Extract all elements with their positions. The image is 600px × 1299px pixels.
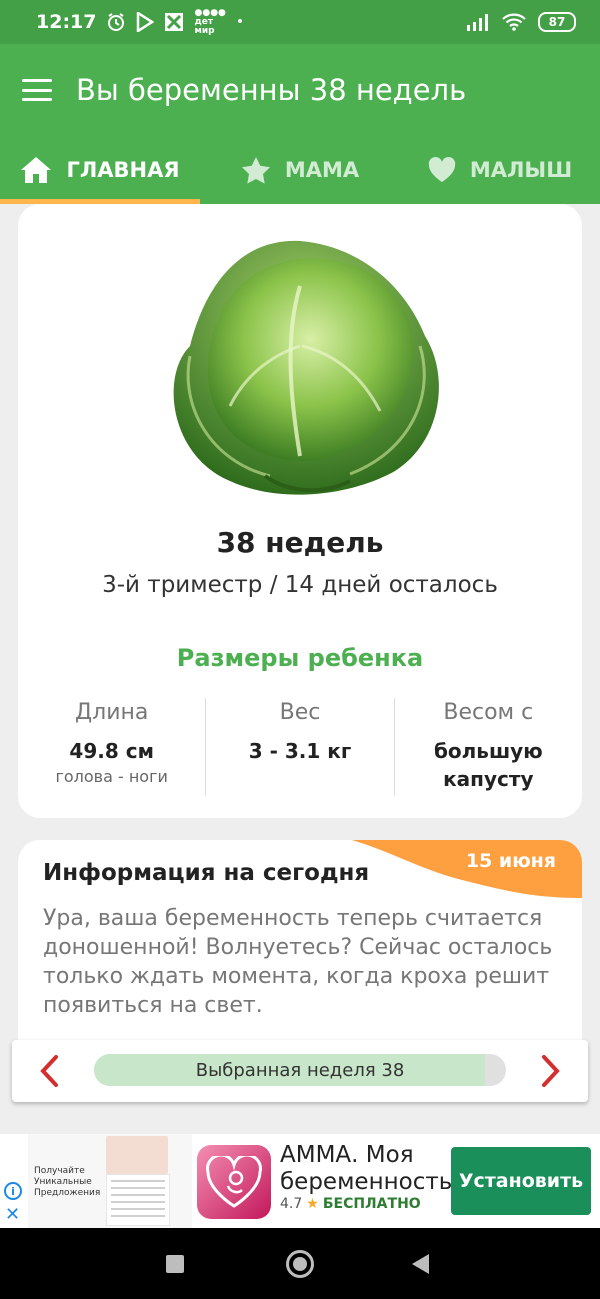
ad-thumbnail[interactable]: Получайте Уникальные Предложения	[28, 1134, 192, 1228]
app-icon[interactable]	[197, 1145, 271, 1219]
stat-label: Весом с	[443, 700, 534, 725]
tab-main[interactable]: ГЛАВНАЯ	[0, 136, 200, 204]
battery-icon: 87	[538, 12, 576, 32]
tab-baby-label: МАЛЫШ	[469, 158, 573, 182]
home-button-icon[interactable]	[286, 1250, 314, 1278]
play-store-icon	[137, 12, 155, 32]
prev-week-button[interactable]	[32, 1054, 66, 1088]
cabbage-image	[173, 240, 439, 495]
trimester-subtitle: 3-й триместр / 14 дней осталось	[102, 572, 498, 598]
back-icon[interactable]	[412, 1254, 429, 1274]
stat-note: голова - ноги	[55, 767, 168, 786]
ad-banner[interactable]: i ✕ Получайте Уникальные Предложения АММ…	[0, 1134, 600, 1228]
info-title: Информация на сегодня	[43, 860, 370, 886]
install-button[interactable]: Установить	[451, 1147, 591, 1215]
tab-main-label: ГЛАВНАЯ	[66, 158, 180, 182]
info-card[interactable]: 15 июня Информация на сегодня Ура, ваша …	[18, 840, 582, 1040]
ad-thumb-document	[106, 1174, 170, 1226]
baby-sizes-title: Размеры ребенка	[176, 644, 424, 672]
status-time: 12:17	[36, 11, 97, 33]
selected-week-label: Выбранная неделя 38	[195, 1059, 405, 1081]
star-icon	[241, 157, 270, 184]
ad-info-icon[interactable]: i	[4, 1182, 22, 1200]
heart-icon	[428, 157, 456, 182]
next-week-button[interactable]	[534, 1054, 568, 1088]
tab-mom-label: МАМА	[284, 158, 360, 182]
stat-label: Длина	[74, 700, 149, 725]
home-icon	[21, 157, 52, 183]
ad-thumb-text: Получайте Уникальные Предложения	[34, 1166, 101, 1198]
info-body: Ура, ваша беременность теперь считается …	[43, 906, 553, 1018]
ad-rating: 4.7	[280, 1196, 303, 1212]
info-date: 15 июня	[465, 850, 556, 872]
tab-mom[interactable]: МАМА	[200, 136, 400, 204]
stat-weight: Вес 3 - 3.1 кг	[205, 698, 393, 796]
status-bar: 12:17 ●●●● дет мир • 87	[0, 0, 600, 44]
shop-icon	[165, 13, 184, 31]
app-bar: Вы беременны 38 недель	[0, 44, 600, 136]
ad-app-title: АММА. Моя беременность	[280, 1142, 453, 1195]
close-icon[interactable]: ✕	[5, 1206, 20, 1224]
chevron-right-icon	[542, 1055, 560, 1087]
week-title: 38 недель	[216, 526, 384, 559]
tab-baby[interactable]: МАЛЫШ	[400, 136, 600, 204]
battery-level: 87	[548, 15, 566, 29]
stat-value: большую капусту	[433, 739, 543, 791]
week-progress-bar[interactable]: Выбранная неделя 38	[94, 1054, 506, 1086]
stat-value: 3 - 3.1 кг	[248, 739, 352, 763]
stat-value: 49.8 см	[69, 739, 154, 763]
baby-stats: Длина 49.8 см голова - ноги Вес 3 - 3.1 …	[18, 698, 582, 796]
alarm-icon	[108, 13, 125, 31]
stat-length: Длина 49.8 см голова - ноги	[18, 698, 205, 796]
ad-price: БЕСПЛАТНО	[322, 1196, 421, 1212]
signal-icon	[467, 14, 488, 31]
page-title: Вы беременны 38 недель	[76, 73, 467, 107]
chevron-left-icon	[40, 1055, 58, 1087]
detmir-icon: ●●●● дет мир	[194, 7, 226, 36]
tab-bar: ГЛАВНАЯ МАМА МАЛЫШ	[0, 136, 600, 204]
star-icon: ★	[306, 1196, 319, 1212]
stat-size-compare: Весом с большую капусту	[393, 698, 582, 796]
baby-heart-icon	[206, 1156, 262, 1208]
week-card: 38 недель 3-й триместр / 14 дней осталос…	[18, 204, 582, 818]
ad-meta: 4.7 ★ БЕСПЛАТНО	[280, 1196, 421, 1212]
detmir-text-2: мир	[194, 25, 215, 36]
system-nav-bar	[0, 1228, 600, 1299]
wifi-icon	[502, 13, 526, 31]
week-navigator: Выбранная неделя 38	[12, 1040, 588, 1102]
recents-icon[interactable]	[166, 1255, 184, 1273]
ad-thumb-photo	[106, 1136, 168, 1174]
stat-label: Вес	[279, 700, 321, 725]
menu-icon[interactable]	[22, 79, 52, 101]
dot-icon: •	[235, 14, 245, 30]
